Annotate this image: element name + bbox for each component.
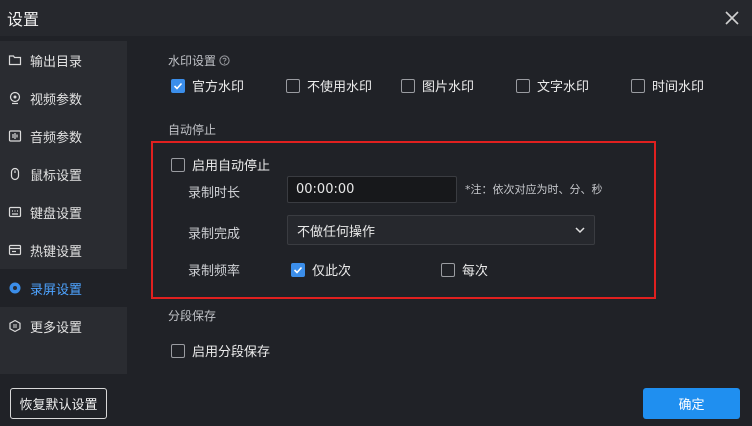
sidebar-item-label: 键盘设置: [30, 206, 83, 222]
record-icon: [8, 281, 22, 295]
watermark-section-title: 水印设置: [168, 54, 217, 68]
sidebar-item-screen-record[interactable]: 录屏设置: [0, 269, 127, 307]
frequency-label: 录制频率: [188, 264, 241, 279]
checkbox-unchecked-icon: [171, 157, 185, 172]
sidebar-item-label: 热键设置: [30, 244, 83, 260]
checkbox-unchecked-icon: [516, 78, 530, 93]
title-bar: 设置: [0, 0, 752, 36]
chevron-down-icon: [574, 224, 586, 236]
checkbox-unchecked-icon: [631, 78, 645, 93]
sidebar-item-audio-params[interactable]: 音频参数: [0, 117, 127, 155]
sidebar-item-hotkey[interactable]: 热键设置: [0, 231, 127, 269]
hotkey-icon: [8, 243, 22, 257]
complete-action-select[interactable]: 不做任何操作: [287, 215, 595, 245]
checkbox-checked-icon: [291, 262, 305, 277]
duration-label: 录制时长: [188, 186, 241, 201]
sidebar-item-label: 录屏设置: [30, 282, 83, 298]
sidebar: 输出目录 视频参数 音频参数 鼠标设置 键盘设置 热键设置 录屏设置 更多设置: [0, 41, 127, 374]
checkbox-unchecked-icon: [441, 262, 455, 277]
close-icon[interactable]: [722, 8, 742, 28]
sidebar-item-keyboard[interactable]: 键盘设置: [0, 193, 127, 231]
sidebar-item-label: 输出目录: [30, 54, 83, 70]
sidebar-item-label: 更多设置: [30, 320, 83, 336]
duration-note: *注：依次对应为时、分、秒: [465, 183, 603, 196]
watermark-image-checkbox[interactable]: 图片水印: [401, 76, 474, 95]
sidebar-item-output-dir[interactable]: 输出目录: [0, 41, 127, 79]
checkbox-label: 启用分段保存: [192, 345, 271, 360]
checkbox-label: 文字水印: [537, 80, 590, 95]
checkbox-label: 不使用水印: [307, 80, 373, 95]
checkbox-unchecked-icon: [401, 78, 415, 93]
checkbox-label: 仅此次: [312, 264, 352, 279]
segment-section-label: 分段保存: [168, 309, 217, 323]
auto-stop-section-label: 自动停止: [168, 123, 217, 137]
settings-content: 水印设置 官方水印 不使用水印 图片水印 文字水印 时间水印 自动停止 启用自动…: [127, 41, 752, 374]
ok-button[interactable]: 确定: [643, 388, 740, 419]
duration-input[interactable]: [287, 176, 457, 203]
help-icon[interactable]: [219, 55, 230, 66]
folder-icon: [8, 53, 22, 67]
watermark-none-checkbox[interactable]: 不使用水印: [286, 76, 372, 95]
frequency-every-checkbox[interactable]: 每次: [441, 260, 488, 279]
audio-icon: [8, 129, 22, 143]
checkbox-unchecked-icon: [171, 343, 185, 358]
sidebar-item-label: 鼠标设置: [30, 168, 83, 184]
sidebar-item-more[interactable]: 更多设置: [0, 307, 127, 345]
restore-defaults-button[interactable]: 恢复默认设置: [10, 388, 107, 419]
segment-enable-checkbox[interactable]: 启用分段保存: [171, 341, 270, 360]
checkbox-label: 图片水印: [422, 80, 475, 95]
watermark-section-label: 水印设置: [168, 52, 230, 69]
checkbox-label: 每次: [462, 264, 489, 279]
watermark-official-checkbox[interactable]: 官方水印: [171, 76, 244, 95]
footer: 恢复默认设置 确定: [0, 374, 752, 426]
mouse-icon: [8, 167, 22, 181]
checkbox-label: 官方水印: [192, 80, 245, 95]
checkbox-label: 时间水印: [652, 80, 705, 95]
checkbox-unchecked-icon: [286, 78, 300, 93]
frequency-once-checkbox[interactable]: 仅此次: [291, 260, 351, 279]
keyboard-icon: [8, 205, 22, 219]
auto-stop-enable-checkbox[interactable]: 启用自动停止: [171, 155, 270, 174]
sidebar-item-label: 音频参数: [30, 130, 83, 146]
complete-action-label: 录制完成: [188, 227, 241, 242]
sidebar-item-label: 视频参数: [30, 92, 83, 108]
sidebar-item-mouse[interactable]: 鼠标设置: [0, 155, 127, 193]
more-settings-icon: [8, 319, 22, 333]
window-title: 设置: [7, 10, 40, 29]
watermark-text-checkbox[interactable]: 文字水印: [516, 76, 589, 95]
sidebar-item-video-params[interactable]: 视频参数: [0, 79, 127, 117]
watermark-time-checkbox[interactable]: 时间水印: [631, 76, 704, 95]
checkbox-checked-icon: [171, 78, 185, 93]
video-settings-icon: [8, 91, 22, 105]
select-value: 不做任何操作: [297, 224, 376, 240]
checkbox-label: 启用自动停止: [192, 159, 271, 174]
